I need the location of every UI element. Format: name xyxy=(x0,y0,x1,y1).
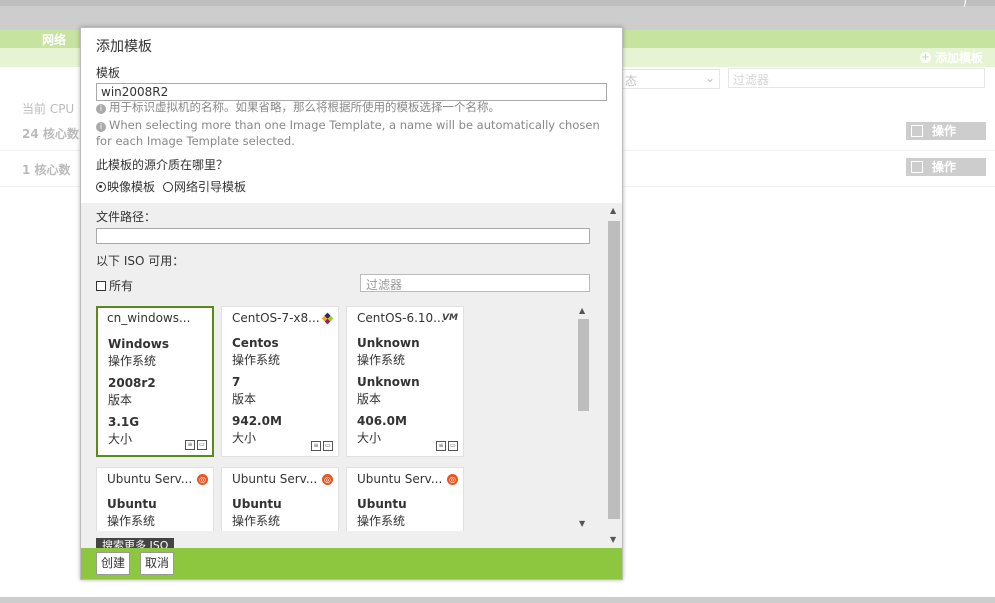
doc-icon[interactable]: ≡ xyxy=(311,441,321,451)
hint-en-text: When selecting more than one Image Templ… xyxy=(96,118,600,148)
iso-name: Ubuntu Serv... xyxy=(232,472,318,486)
iso-card[interactable]: CentOS-7-x8... Centos 操作系统 7 版本 942.0M 大… xyxy=(221,306,339,457)
iso-card[interactable]: Ubuntu Serv... ◎ Ubuntu 操作系统 xyxy=(221,467,339,531)
dialog-scrollbar[interactable]: ▲ ▼ xyxy=(607,206,621,548)
scroll-up-icon[interactable]: ▲ xyxy=(610,206,616,215)
file-path-label: 文件路径： xyxy=(96,210,157,224)
template-label: 模板 xyxy=(96,66,121,80)
scroll-thumb[interactable] xyxy=(608,221,620,519)
iso-size: 942.0M xyxy=(232,414,282,428)
iso-version: 2008r2 xyxy=(108,376,156,390)
iso-section: 文件路径： 以下 ISO 可用： 所有 过滤器 cn_windows... Wi… xyxy=(81,203,622,552)
scroll-up-icon[interactable]: ▲ xyxy=(579,306,585,315)
iso-filter-input[interactable]: 过滤器 xyxy=(360,274,590,292)
iso-card[interactable]: cn_windows... Windows 操作系统 2008r2 版本 3.1… xyxy=(96,306,214,457)
source-radio-group: 映像模板 网络引导模板 xyxy=(96,178,246,195)
iso-os-label: 操作系统 xyxy=(107,514,156,528)
iso-card[interactable]: Ubuntu Serv... ◎ Ubuntu 操作系统 xyxy=(346,467,464,531)
iso-available-label: 以下 ISO 可用： xyxy=(96,254,185,268)
add-template-dialog: 添加模板 模板 win2008R2 i 用于标识虚拟机的名称。如果省略，那么将根据… xyxy=(80,27,623,580)
file-path-input[interactable] xyxy=(96,228,590,244)
iso-name: Ubuntu Serv... xyxy=(107,472,193,486)
iso-size: 406.0M xyxy=(357,414,407,428)
iso-list-scrollbar[interactable]: ▲ ▼ xyxy=(577,306,590,531)
iso-os: Ubuntu xyxy=(107,497,157,511)
iso-name: CentOS-7-x8... xyxy=(232,311,320,325)
ubuntu-logo-icon: ◎ xyxy=(447,474,458,485)
iso-version: Unknown xyxy=(357,375,420,389)
iso-size-label: 大小 xyxy=(232,431,257,445)
disk-icon[interactable]: ▭ xyxy=(197,440,207,450)
ubuntu-logo-icon: ◎ xyxy=(322,474,333,485)
iso-os: Centos xyxy=(232,336,279,350)
radio-network-boot-template[interactable]: 网络引导模板 xyxy=(163,178,246,195)
all-checkbox[interactable] xyxy=(96,280,106,291)
radio-image-template[interactable]: 映像模板 xyxy=(96,178,155,195)
iso-size-label: 大小 xyxy=(108,432,133,446)
scroll-thumb[interactable] xyxy=(578,319,589,411)
centos-logo-icon xyxy=(321,312,334,327)
dialog-title: 添加模板 xyxy=(96,39,152,55)
iso-os: Windows xyxy=(108,337,169,351)
radio-dot xyxy=(96,182,106,192)
ubuntu-logo-icon: ◎ xyxy=(197,474,208,485)
iso-version-label: 版本 xyxy=(357,392,382,406)
doc-icon[interactable]: ≡ xyxy=(185,440,195,450)
iso-actions: ≡ ▭ xyxy=(185,440,207,450)
iso-os: Ubuntu xyxy=(232,497,282,511)
doc-icon[interactable]: ≡ xyxy=(436,441,446,451)
radio-network-boot-label: 网络引导模板 xyxy=(174,180,247,194)
radio-image-template-label: 映像模板 xyxy=(107,180,156,194)
iso-name: cn_windows... xyxy=(107,311,191,325)
source-question: 此模板的源介质在哪里？ xyxy=(96,158,229,172)
scroll-down-icon[interactable]: ▼ xyxy=(579,519,585,528)
vm-logo-icon: VM xyxy=(442,313,458,323)
radio-dot xyxy=(163,182,174,192)
iso-version-label: 版本 xyxy=(232,392,257,406)
iso-size: 3.1G xyxy=(108,415,140,429)
iso-os: Ubuntu xyxy=(357,497,407,511)
info-icon: i xyxy=(96,122,106,132)
disk-icon[interactable]: ▭ xyxy=(323,441,333,451)
create-button[interactable]: 创建 xyxy=(96,552,131,575)
iso-os-label: 操作系统 xyxy=(357,353,406,367)
iso-card[interactable]: Ubuntu Serv... ◎ Ubuntu 操作系统 xyxy=(96,467,214,531)
all-checkbox-row[interactable]: 所有 xyxy=(96,277,133,294)
iso-os-label: 操作系统 xyxy=(357,514,406,528)
iso-list: cn_windows... Windows 操作系统 2008r2 版本 3.1… xyxy=(96,306,575,531)
iso-version: 7 xyxy=(232,375,241,389)
iso-os-label: 操作系统 xyxy=(108,354,157,368)
hint-cn: i 用于标识虚拟机的名称。如果省略，那么将根据所使用的模板选择一个名称。 xyxy=(96,99,606,115)
iso-os: Unknown xyxy=(357,336,420,350)
iso-os-label: 操作系统 xyxy=(232,514,281,528)
iso-card[interactable]: CentOS-6.10... VM Unknown 操作系统 Unknown 版… xyxy=(346,306,464,457)
hint-en: i When selecting more than one Image Temp… xyxy=(96,117,606,149)
hint-cn-text: 用于标识虚拟机的名称。如果省略，那么将根据所使用的模板选择一个名称。 xyxy=(109,100,500,114)
iso-name: Ubuntu Serv... xyxy=(357,472,443,486)
iso-os-label: 操作系统 xyxy=(232,353,281,367)
iso-size-label: 大小 xyxy=(357,431,382,445)
dialog-footer: 创建 取消 xyxy=(81,548,622,579)
iso-version-label: 版本 xyxy=(108,393,133,407)
iso-name: CentOS-6.10... xyxy=(357,311,445,325)
disk-icon[interactable]: ▭ xyxy=(448,441,458,451)
cancel-button[interactable]: 取消 xyxy=(140,552,175,575)
iso-actions: ≡ ▭ xyxy=(311,441,333,451)
iso-actions: ≡ ▭ xyxy=(436,441,458,451)
info-icon: i xyxy=(96,104,106,114)
scroll-down-icon[interactable]: ▼ xyxy=(610,535,616,544)
all-label: 所有 xyxy=(109,279,134,293)
